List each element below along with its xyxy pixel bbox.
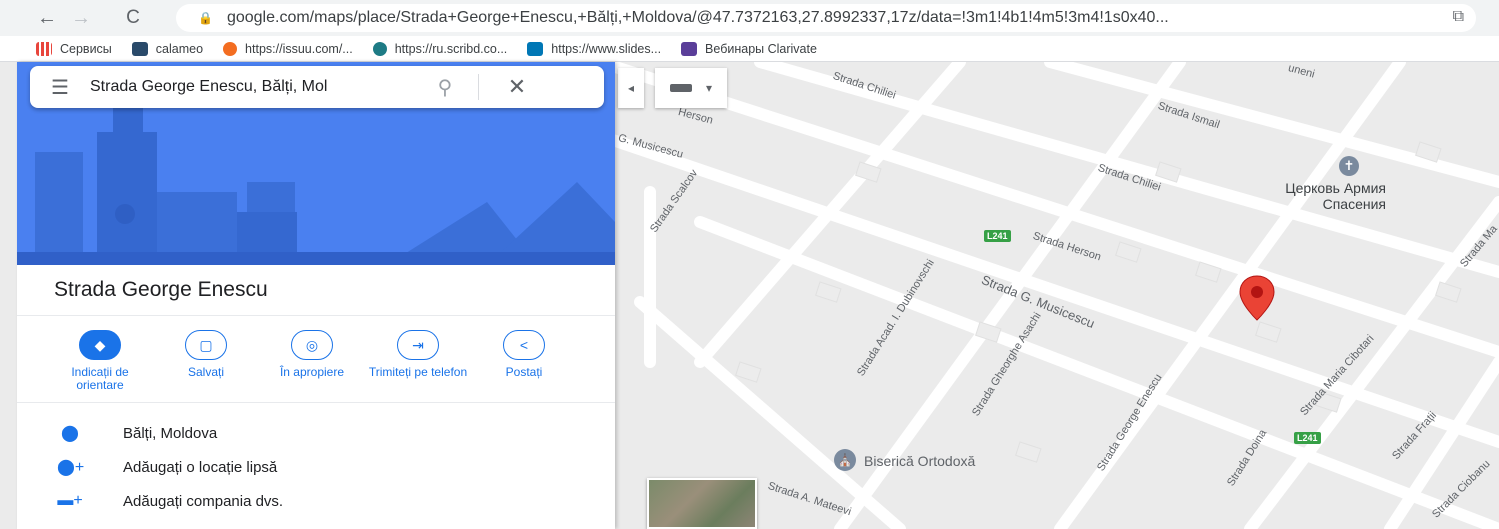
address-bar[interactable]: 🔒 google.com/maps/place/Strada+George+En…	[176, 4, 1476, 32]
church-icon[interactable]: ⛪	[834, 449, 856, 471]
share-button[interactable]: < Postați	[471, 330, 577, 400]
clarivate-icon	[681, 41, 698, 56]
directions-button[interactable]: ◆ Indicații de orientare	[47, 330, 153, 400]
reload-icon[interactable]: C	[116, 0, 150, 36]
action-label: În apropiere	[279, 365, 345, 379]
road-shield: L241	[984, 230, 1011, 242]
send-to-phone-icon: ⇥	[397, 330, 439, 360]
lock-icon: 🔒	[198, 11, 213, 25]
action-label: Trimiteți pe telefon	[368, 365, 468, 379]
add-location-icon: ⬤+	[57, 459, 85, 476]
chevron-down-icon: ▾	[705, 81, 713, 95]
church-icon[interactable]: ✝	[1339, 156, 1359, 176]
bookmark-label: Сервисы	[60, 41, 112, 56]
save-button[interactable]: ▢ Salvați	[153, 330, 259, 400]
url-text: google.com/maps/place/Strada+George+Enes…	[226, 9, 1169, 26]
bookmark-services[interactable]: Сервисы	[36, 41, 112, 56]
bookmark-label: https://www.slides...	[551, 41, 662, 56]
address-row[interactable]: ⬤ Bălți, Moldova	[57, 420, 217, 446]
share-icon: <	[503, 330, 545, 360]
road-shield: L241	[1294, 432, 1321, 444]
bookmark-slideshare[interactable]: https://www.slides...	[527, 41, 662, 56]
divider	[17, 402, 615, 403]
place-title: Strada George Enescu	[54, 278, 268, 301]
poi-orthodox-church[interactable]: Biserică Ortodoxă	[864, 453, 975, 469]
bookmark-label: https://ru.scribd.co...	[394, 41, 508, 56]
keyboard-icon	[669, 84, 692, 92]
issuu-icon	[223, 41, 238, 56]
location-pin-icon: ⬤	[61, 425, 79, 442]
back-arrow-icon[interactable]: ←	[30, 0, 64, 36]
bookmark-clarivate[interactable]: Вебинары Clarivate	[681, 41, 817, 56]
divider	[478, 74, 479, 100]
bookmark-label: Вебинары Clarivate	[705, 41, 817, 56]
bookmark-icon: ▢	[185, 330, 227, 360]
bookmarks-bar: Сервисы calameo https://issuu.com/... ht…	[0, 36, 1499, 62]
directions-icon: ◆	[79, 330, 121, 360]
close-icon[interactable]: ✕	[487, 74, 547, 100]
bookmark-label: https://issuu.com/...	[245, 41, 353, 56]
add-business-text: Adăugați compania dvs.	[123, 492, 284, 510]
nearby-icon: ◎	[291, 330, 333, 360]
address-text: Bălți, Moldova	[123, 424, 218, 442]
action-label: Indicații de orientare	[71, 365, 129, 392]
poi-salvation-army[interactable]: Церковь Армия Спасения	[1236, 180, 1386, 212]
slideshare-icon	[527, 41, 544, 56]
divider	[17, 315, 615, 316]
calameo-icon	[131, 41, 148, 56]
bookmark-label: calameo	[155, 41, 204, 56]
search-box: ☰ Strada George Enescu, Bălți, Mol ⚲ ✕	[30, 66, 604, 108]
add-missing-place-row[interactable]: ⬤+ Adăugați o locație lipsă	[57, 454, 277, 480]
action-label: Salvați	[187, 365, 225, 379]
collapse-panel-button[interactable]: ◂	[618, 68, 644, 108]
forward-arrow-icon[interactable]: →	[64, 0, 98, 36]
menu-icon[interactable]: ☰	[30, 75, 90, 100]
bookmark-calameo[interactable]: calameo	[131, 41, 204, 56]
add-missing-place-text: Adăugați o locație lipsă	[123, 458, 278, 476]
bookmark-issuu[interactable]: https://issuu.com/...	[223, 41, 353, 56]
action-buttons: ◆ Indicații de orientare ▢ Salvați ◎ În …	[47, 330, 607, 400]
nearby-button[interactable]: ◎ În apropiere	[259, 330, 365, 400]
layers-button[interactable]: ▾	[655, 68, 727, 108]
search-icon[interactable]: ⚲	[420, 75, 470, 100]
add-business-icon: ▬+	[57, 492, 83, 509]
action-label: Postați	[505, 365, 543, 379]
send-to-phone-button[interactable]: ⇥ Trimiteți pe telefon	[365, 330, 471, 400]
browser-toolbar: ← → C 🔒 google.com/maps/place/Strada+Geo…	[0, 0, 1499, 36]
bookmark-scribd[interactable]: https://ru.scribd.co...	[372, 41, 508, 56]
location-pin-icon[interactable]	[1238, 274, 1276, 322]
share-icon[interactable]: ⧉	[1453, 8, 1464, 26]
search-input[interactable]: Strada George Enescu, Bălți, Mol	[90, 78, 420, 96]
satellite-layer-toggle[interactable]	[647, 478, 757, 529]
place-panel: Strada George Enescu ◆ Indicații de orie…	[17, 62, 615, 529]
scribd-icon	[372, 41, 387, 56]
add-business-row[interactable]: ▬+ Adăugați compania dvs.	[57, 488, 283, 514]
apps-grid-icon	[36, 41, 52, 56]
